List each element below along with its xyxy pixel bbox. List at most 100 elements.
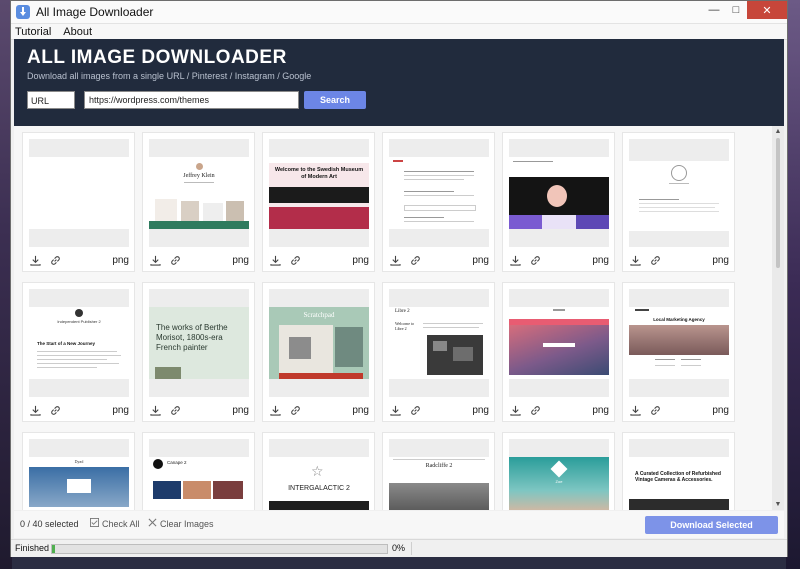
download-icon[interactable]: [388, 253, 402, 267]
image-card[interactable]: png: [382, 132, 495, 272]
image-card[interactable]: png: [502, 282, 615, 422]
image-thumbnail[interactable]: [629, 139, 729, 247]
download-icon[interactable]: [148, 253, 162, 267]
menu-item-about[interactable]: About: [63, 26, 92, 38]
link-icon[interactable]: [288, 403, 302, 417]
download-icon[interactable]: [628, 253, 642, 267]
check-all-button[interactable]: Check All: [90, 518, 140, 529]
url-input[interactable]: https://wordpress.com/themes: [84, 91, 299, 109]
image-thumbnail[interactable]: [509, 289, 609, 397]
image-card[interactable]: The works of Berthe Morisot, 1800s-era F…: [142, 282, 255, 422]
image-card[interactable]: Libre 2 Welcome to Libre 2 png: [382, 282, 495, 422]
maximize-icon: □: [732, 4, 740, 16]
check-all-label: Check All: [102, 518, 140, 529]
grid-scrollbar[interactable]: ▲ ▼: [772, 126, 784, 510]
close-icon: [148, 518, 157, 529]
link-icon[interactable]: [528, 403, 542, 417]
image-thumbnail[interactable]: [389, 139, 489, 247]
scroll-up-icon[interactable]: ▲: [774, 128, 782, 135]
download-icon[interactable]: [388, 403, 402, 417]
progress-fill: [52, 545, 56, 553]
image-card[interactable]: Dyad: [22, 432, 135, 510]
image-card[interactable]: png: [502, 132, 615, 272]
menu-item-tutorial[interactable]: Tutorial: [15, 26, 51, 38]
image-card[interactable]: Local Marketing Agency png: [622, 282, 735, 422]
source-type-select[interactable]: URL: [27, 91, 75, 109]
file-extension: png: [472, 254, 489, 266]
image-thumbnail[interactable]: Libre 2 Welcome to Libre 2: [389, 289, 489, 397]
download-icon[interactable]: [508, 403, 522, 417]
link-icon[interactable]: [648, 253, 662, 267]
selection-count: 0 / 40 selected: [20, 519, 79, 529]
card-footer: png: [628, 403, 729, 417]
thumb-heading: Welcome to Libre 2: [395, 321, 415, 331]
card-footer: png: [388, 403, 489, 417]
download-icon[interactable]: [28, 253, 42, 267]
link-icon[interactable]: [288, 253, 302, 267]
image-card[interactable]: Independent Publisher 2 The Start of a N…: [22, 282, 135, 422]
image-card[interactable]: A Curated Collection of Refurbished Vint…: [622, 432, 735, 510]
image-card[interactable]: Zoe: [502, 432, 615, 510]
link-icon[interactable]: [168, 253, 182, 267]
image-card[interactable]: Jeffrey Klein png: [142, 132, 255, 272]
card-footer: png: [388, 253, 489, 267]
image-card[interactable]: ☆ INTERGALACTIC 2: [262, 432, 375, 510]
close-button[interactable]: ✕: [747, 1, 787, 19]
search-button[interactable]: Search: [304, 91, 366, 109]
link-icon[interactable]: [528, 253, 542, 267]
image-card[interactable]: Radcliffe 2: [382, 432, 495, 510]
image-thumbnail[interactable]: A Curated Collection of Refurbished Vint…: [629, 439, 729, 510]
file-extension: png: [232, 404, 249, 416]
download-icon[interactable]: [268, 403, 282, 417]
image-thumbnail[interactable]: Zoe: [509, 439, 609, 510]
image-thumbnail[interactable]: Welcome to the Swedish Museum of Modern …: [269, 139, 369, 247]
image-thumbnail[interactable]: The works of Berthe Morisot, 1800s-era F…: [149, 289, 249, 397]
card-footer: png: [508, 253, 609, 267]
download-icon[interactable]: [148, 403, 162, 417]
image-thumbnail[interactable]: Radcliffe 2: [389, 439, 489, 510]
minimize-button[interactable]: —: [703, 1, 725, 19]
image-card[interactable]: Welcome to the Swedish Museum of Modern …: [262, 132, 375, 272]
image-thumbnail[interactable]: [29, 139, 129, 247]
file-extension: png: [352, 404, 369, 416]
image-thumbnail[interactable]: Scratchpad: [269, 289, 369, 397]
status-text: Finished: [15, 543, 50, 553]
card-footer: png: [148, 403, 249, 417]
image-thumbnail[interactable]: ☆ INTERGALACTIC 2: [269, 439, 369, 510]
scroll-thumb[interactable]: [776, 138, 780, 268]
title-bar[interactable]: All Image Downloader — □ ✕: [11, 1, 787, 24]
card-footer: png: [28, 403, 129, 417]
file-extension: png: [712, 254, 729, 266]
desktop-background-right: [786, 0, 800, 569]
image-card[interactable]: Scratchpad png: [262, 282, 375, 422]
image-card[interactable]: png: [22, 132, 135, 272]
image-thumbnail[interactable]: Canape 2: [149, 439, 249, 510]
link-icon[interactable]: [408, 403, 422, 417]
scroll-down-icon[interactable]: ▼: [774, 501, 782, 508]
download-selected-button[interactable]: Download Selected: [645, 516, 778, 534]
window-title: All Image Downloader: [36, 5, 154, 19]
maximize-button[interactable]: □: [725, 1, 747, 19]
image-thumbnail[interactable]: Independent Publisher 2 The Start of a N…: [29, 289, 129, 397]
download-icon[interactable]: [508, 253, 522, 267]
link-icon[interactable]: [48, 253, 62, 267]
clear-images-button[interactable]: Clear Images: [148, 518, 214, 529]
link-icon[interactable]: [648, 403, 662, 417]
link-icon[interactable]: [408, 253, 422, 267]
thumb-title: INTERGALACTIC 2: [288, 485, 350, 492]
image-thumbnail[interactable]: Jeffrey Klein: [149, 139, 249, 247]
image-thumbnail[interactable]: Local Marketing Agency: [629, 289, 729, 397]
link-icon[interactable]: [48, 403, 62, 417]
download-icon[interactable]: [268, 253, 282, 267]
image-card[interactable]: Canape 2: [142, 432, 255, 510]
link-icon[interactable]: [168, 403, 182, 417]
image-thumbnail[interactable]: Dyad: [29, 439, 129, 510]
image-grid[interactable]: png Jeffrey Klein png Welcome to the Swe…: [14, 126, 772, 510]
image-thumbnail[interactable]: [509, 139, 609, 247]
status-separator: [411, 542, 412, 555]
thumb-title: Local Marketing Agency: [653, 317, 705, 322]
download-icon[interactable]: [28, 403, 42, 417]
download-icon[interactable]: [628, 403, 642, 417]
image-card[interactable]: png: [622, 132, 735, 272]
thumb-title: Independent Publisher 2: [57, 319, 101, 324]
